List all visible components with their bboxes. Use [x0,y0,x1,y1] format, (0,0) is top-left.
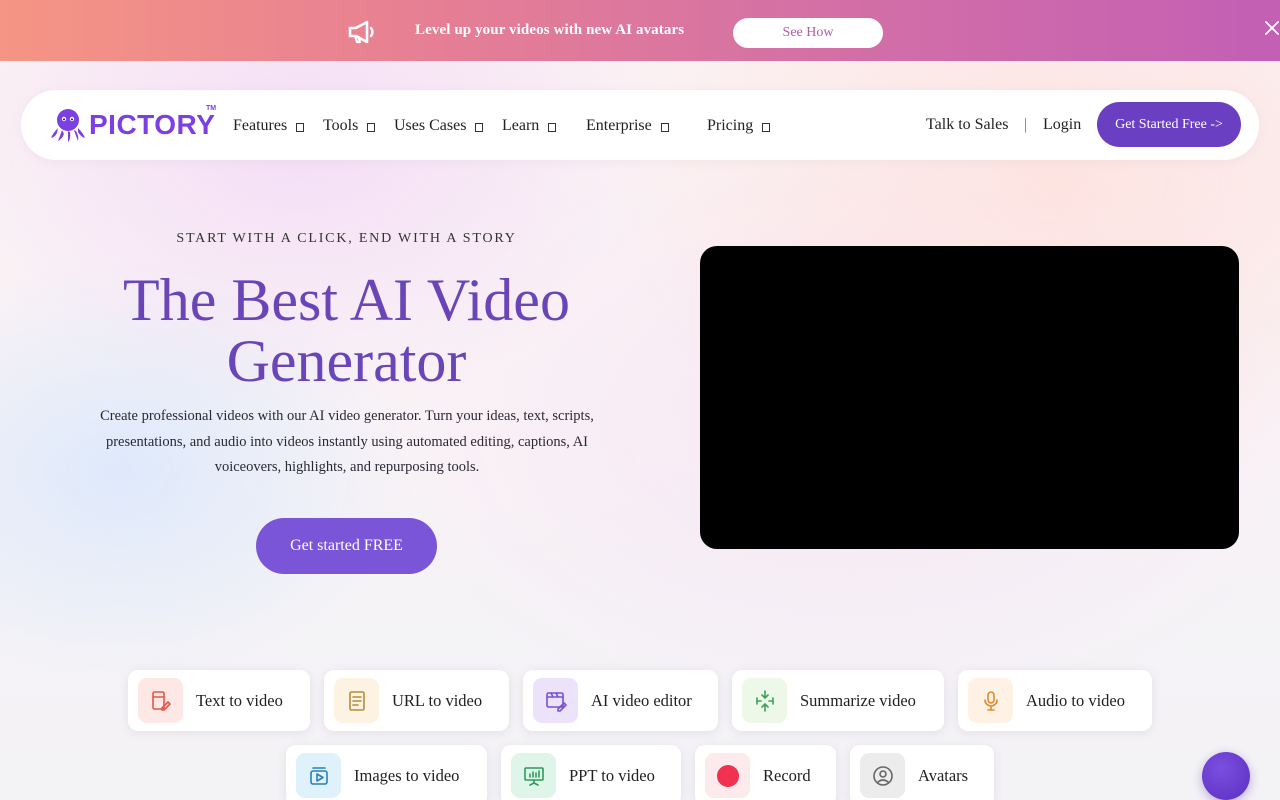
nav-item-label: Pricing [707,117,754,134]
talk-to-sales-link[interactable]: Talk to Sales [926,116,1008,134]
trademark-mark: TM [206,105,217,112]
presentation-icon [511,753,556,798]
megaphone-icon [348,20,374,44]
nav-item-label: Uses Cases [394,117,467,134]
video-editor-icon [533,678,578,723]
tool-chip-label: Avatars [918,765,969,785]
octopus-logo-icon [51,109,85,142]
nav-item-pricing[interactable]: Pricing [707,116,771,136]
hero-title-line-1: The Best AI Video [123,267,570,333]
url-document-icon [334,678,379,723]
tool-chip-record[interactable]: Record [695,745,836,800]
nav-separator: | [1024,116,1028,133]
chevron-down-icon [762,123,771,132]
tool-chip-label: Record [763,765,811,785]
nav-item-label: Tools [323,117,359,134]
main-navbar: PICTORY TM Features Tools Uses Cases Lea… [21,90,1259,160]
login-link[interactable]: Login [1043,116,1081,134]
nav-item-features[interactable]: Features [233,116,305,136]
hero-video-player[interactable] [700,246,1239,549]
record-icon [705,753,750,798]
nav-item-tools[interactable]: Tools [323,116,376,136]
hero-description: Create professional videos with our AI v… [100,408,594,475]
see-how-button[interactable]: See How [733,18,883,48]
tool-chip-label: Text to video [196,690,283,710]
text-to-video-icon [138,678,183,723]
nav-item-label: Features [233,117,288,134]
chevron-down-icon [296,123,305,132]
nav-item-enterprise[interactable]: Enterprise [586,116,669,136]
hero-title: The Best AI Video Generator [60,270,633,392]
tool-chip-audio-to-video[interactable]: Audio to video [958,670,1152,731]
tool-chip-avatars[interactable]: Avatars [850,745,994,800]
tool-chip-label: PPT to video [569,765,655,785]
tool-chip-label: URL to video [392,690,483,710]
tool-chip-ai-video-editor[interactable]: AI video editor [523,670,718,731]
chevron-down-icon [548,123,557,132]
hero-eyebrow: START WITH A CLICK, END WITH A STORY [176,231,517,246]
tool-chip-label: Audio to video [1026,690,1125,710]
hero-title-line-2: Generator [226,328,467,394]
tool-chip-label: Summarize video [800,690,916,710]
nav-item-use-cases[interactable]: Uses Cases [394,116,484,136]
chevron-down-icon [660,123,669,132]
tool-chip-label: AI video editor [591,690,692,710]
chat-widget-button[interactable] [1202,752,1250,800]
tool-chip-ppt-to-video[interactable]: PPT to video [501,745,681,800]
tool-chip-label: Images to video [354,765,460,785]
images-icon [296,753,341,798]
avatar-icon [860,753,905,798]
pictory-logo[interactable]: PICTORY TM [49,104,219,144]
chevron-down-icon [367,123,376,132]
tool-chip-summarize-video[interactable]: Summarize video [732,670,944,731]
tool-chip-images-to-video[interactable]: Images to video [286,745,487,800]
get-started-free-button[interactable]: Get Started Free -> [1097,102,1241,147]
chevron-down-icon [475,123,484,132]
close-icon[interactable] [1262,18,1280,38]
nav-item-learn[interactable]: Learn [502,116,557,136]
microphone-icon [968,678,1013,723]
nav-item-label: Learn [502,117,540,134]
brand-wordmark: PICTORY [89,109,216,140]
nav-item-label: Enterprise [586,117,652,134]
announcement-message: Level up your videos with new AI avatars [415,22,685,38]
announcement-bar: Level up your videos with new AI avatars… [0,0,1280,61]
tool-chip-text-to-video[interactable]: Text to video [128,670,310,731]
tool-chip-url-to-video[interactable]: URL to video [324,670,509,731]
summarize-icon [742,678,787,723]
get-started-free-hero-button[interactable]: Get started FREE [256,518,437,574]
